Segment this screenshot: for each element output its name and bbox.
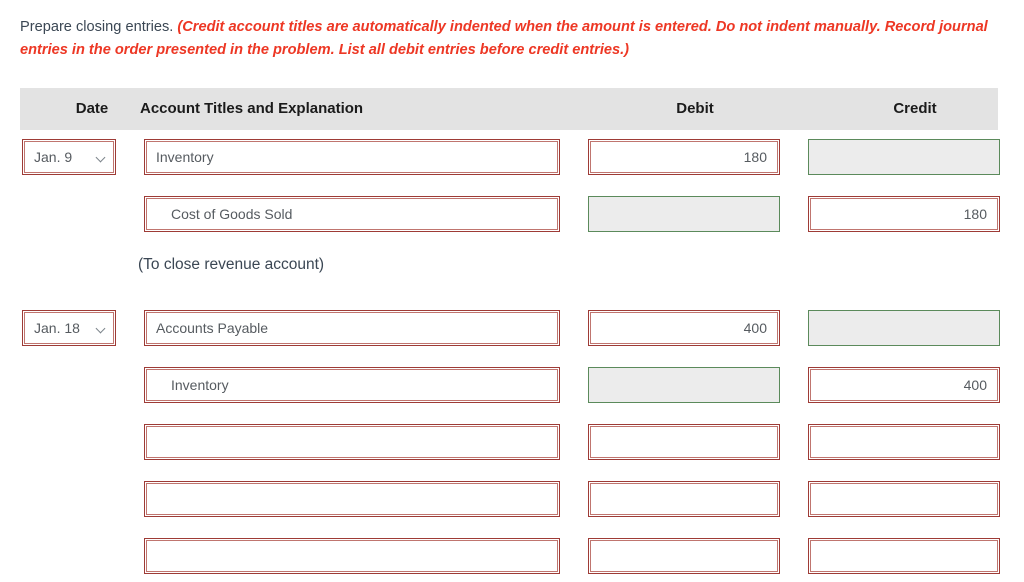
instruction-lead: Prepare closing entries. [20, 19, 174, 35]
acct-cell: Inventory [144, 139, 560, 175]
account-title-input-value: Inventory [146, 141, 558, 173]
table-row: Cost of Goods Sold 180 [0, 187, 1024, 244]
column-header-date: Date [75, 100, 109, 117]
credit-amount-input[interactable] [808, 538, 1000, 574]
credit-amount-input-value [810, 483, 998, 515]
debit-cell: 180 [588, 139, 780, 175]
debit-amount-input-value: 180 [590, 141, 778, 173]
credit-cell: 400 [808, 367, 1000, 403]
account-title-input-value [146, 540, 558, 572]
credit-amount-input[interactable]: 180 [808, 196, 1000, 232]
debit-amount-input-value: 400 [590, 312, 778, 344]
credit-amount-input [808, 139, 1000, 175]
account-title-input-value [146, 483, 558, 515]
debit-amount-input-value [590, 483, 778, 515]
credit-cell [808, 310, 1000, 346]
credit-amount-input-value [809, 140, 999, 174]
date-select-inner: Jan. 9 [24, 141, 114, 173]
chevron-down-icon [97, 153, 106, 162]
credit-amount-input-value [810, 426, 998, 458]
debit-amount-input [588, 196, 780, 232]
debit-amount-input-value [590, 426, 778, 458]
instructions-block: Prepare closing entries. (Credit account… [20, 16, 998, 62]
credit-amount-input-value: 400 [810, 369, 998, 401]
account-title-input[interactable]: Inventory [144, 139, 560, 175]
debit-cell: 400 [588, 310, 780, 346]
explanation-row: (To close revenue account) [0, 244, 1024, 301]
date-select[interactable]: Jan. 18 [22, 310, 116, 346]
account-title-input-value: Cost of Goods Sold [146, 198, 558, 230]
table-row [0, 472, 1024, 529]
chevron-down-icon [97, 324, 106, 333]
debit-amount-input[interactable] [588, 424, 780, 460]
table-row [0, 415, 1024, 472]
column-header-debit: Debit [676, 100, 714, 117]
account-title-input[interactable] [144, 538, 560, 574]
credit-cell: 180 [808, 196, 1000, 232]
debit-amount-input[interactable] [588, 538, 780, 574]
credit-amount-input-value: 180 [810, 198, 998, 230]
credit-amount-input[interactable]: 400 [808, 367, 1000, 403]
table-row: Jan. 18 Accounts Payable 400 [0, 301, 1024, 358]
credit-cell [808, 139, 1000, 175]
column-header-account: Account Titles and Explanation [140, 100, 364, 117]
debit-amount-input[interactable]: 180 [588, 139, 780, 175]
debit-amount-input-value [590, 540, 778, 572]
account-title-input-value: Inventory [146, 369, 558, 401]
debit-cell [588, 538, 780, 574]
debit-amount-input [588, 367, 780, 403]
debit-cell [588, 481, 780, 517]
date-select-inner: Jan. 18 [24, 312, 114, 344]
date-cell: Jan. 9 [22, 139, 116, 175]
acct-cell: Cost of Goods Sold [144, 196, 560, 232]
credit-amount-input [808, 310, 1000, 346]
table-row [0, 529, 1024, 582]
account-title-input[interactable]: Cost of Goods Sold [144, 196, 560, 232]
credit-cell [808, 424, 1000, 460]
credit-amount-input[interactable] [808, 481, 1000, 517]
account-title-input[interactable] [144, 424, 560, 460]
acct-cell [144, 424, 560, 460]
debit-amount-input[interactable]: 400 [588, 310, 780, 346]
date-select-value: Jan. 18 [34, 320, 80, 336]
account-title-input[interactable]: Accounts Payable [144, 310, 560, 346]
credit-cell [808, 538, 1000, 574]
credit-amount-input-value [810, 540, 998, 572]
acct-cell [144, 481, 560, 517]
debit-cell [588, 367, 780, 403]
credit-amount-input-value [809, 311, 999, 345]
credit-amount-input[interactable] [808, 424, 1000, 460]
entry-explanation-text: (To close revenue account) [138, 256, 325, 273]
date-select-value: Jan. 9 [34, 149, 73, 165]
acct-cell [144, 538, 560, 574]
credit-cell [808, 481, 1000, 517]
debit-cell [588, 196, 780, 232]
account-title-input-value: Accounts Payable [146, 312, 558, 344]
table-header-row: Date Account Titles and Explanation Debi… [20, 88, 998, 130]
acct-cell: Accounts Payable [144, 310, 560, 346]
debit-cell [588, 424, 780, 460]
debit-amount-input-value [589, 197, 779, 231]
account-title-input-value [146, 426, 558, 458]
table-row: Inventory 400 [0, 358, 1024, 415]
table-body: Jan. 9 Inventory 180 Cost of Goods Sold 180 (… [0, 130, 1024, 582]
date-cell: Jan. 18 [22, 310, 116, 346]
debit-amount-input-value [589, 368, 779, 402]
acct-cell: Inventory [144, 367, 560, 403]
account-title-input[interactable]: Inventory [144, 367, 560, 403]
date-select[interactable]: Jan. 9 [22, 139, 116, 175]
table-row: Jan. 9 Inventory 180 [0, 130, 1024, 187]
account-title-input[interactable] [144, 481, 560, 517]
journal-entry-table: Date Account Titles and Explanation Debi… [0, 88, 1024, 582]
column-header-credit: Credit [893, 100, 937, 117]
debit-amount-input[interactable] [588, 481, 780, 517]
